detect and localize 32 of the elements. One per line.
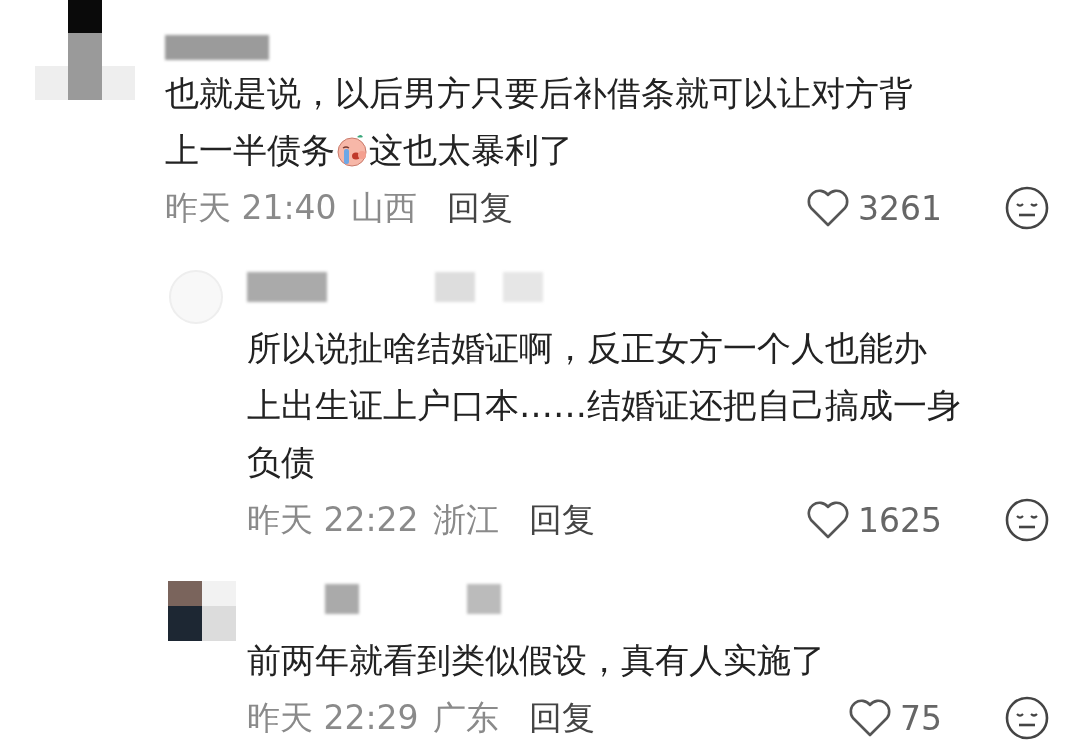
comment-text: 前两年就看到类似假设，真有人实施了: [247, 640, 825, 680]
neutral-face-icon[interactable]: [1004, 695, 1050, 741]
heart-icon[interactable]: [806, 188, 850, 228]
neutral-face-icon[interactable]: [1004, 185, 1050, 231]
blurred-name: [435, 272, 475, 302]
avatar[interactable]: [35, 0, 135, 100]
comment-text: 负债: [247, 442, 315, 482]
comment-region: 广东: [432, 696, 499, 739]
reply-button[interactable]: 回复: [528, 695, 595, 741]
comment-region: 山西: [350, 186, 417, 229]
comment-region: 浙江: [432, 498, 499, 541]
comment-text: 这也太暴利了: [369, 130, 573, 170]
crying-face-icon: [335, 133, 369, 167]
neutral-face-icon[interactable]: [1004, 497, 1050, 543]
comment-text: 上一半债务: [165, 130, 335, 170]
reply-button[interactable]: 回复: [446, 185, 513, 231]
comment-time: 昨天 21:40: [165, 186, 337, 229]
heart-icon[interactable]: [848, 698, 892, 738]
comment-text: 也就是说，以后男方只要后补借条就可以让对方背: [165, 73, 913, 113]
like-count: 1625: [858, 500, 942, 540]
reply-button[interactable]: 回复: [528, 497, 595, 543]
comment-time: 昨天 22:29: [247, 696, 419, 739]
comment-text: 所以说扯啥结婚证啊，反正女方一个人也能办: [247, 328, 927, 368]
blurred-name: [503, 272, 543, 302]
avatar[interactable]: [168, 581, 236, 641]
comment-text: 上出生证上户口本……结婚证还把自己搞成一身: [247, 385, 961, 425]
blurred-name: [325, 584, 359, 614]
blurred-name: [467, 584, 501, 614]
like-count: 3261: [858, 188, 942, 228]
like-count: 75: [900, 698, 942, 738]
comment-time: 昨天 22:22: [247, 498, 419, 541]
heart-icon[interactable]: [806, 500, 850, 540]
